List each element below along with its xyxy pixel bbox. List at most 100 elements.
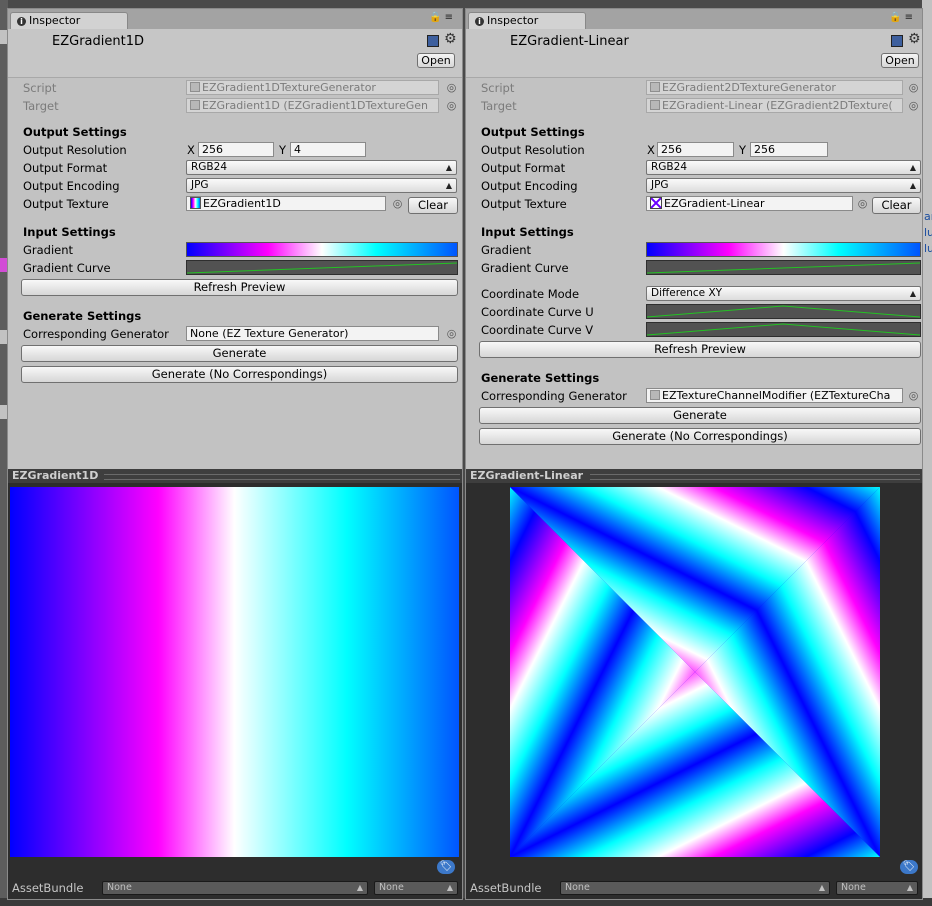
resolution-y-input[interactable]: 4 — [290, 142, 366, 157]
script-label: Script — [23, 81, 57, 95]
generate-no-correspondings-button[interactable]: Generate (No Correspondings) — [479, 428, 921, 445]
output-texture-value: EZGradient1D — [203, 197, 281, 210]
input-settings-heading: Input Settings — [481, 225, 574, 239]
tag-icon[interactable]: 🏷 — [437, 860, 455, 874]
book-icon[interactable] — [891, 35, 903, 47]
tag-icon[interactable]: 🏷 — [900, 860, 918, 874]
book-icon[interactable] — [427, 35, 439, 47]
script-icon — [190, 82, 200, 92]
gradient-curve-field[interactable] — [646, 260, 921, 275]
coordinate-curve-u-field[interactable] — [646, 304, 921, 319]
output-settings-heading: Output Settings — [23, 125, 127, 139]
gradient-curve-field[interactable] — [186, 260, 458, 275]
object-name: EZGradient1D — [52, 34, 144, 49]
tab-controls: 🔒≡ — [429, 12, 456, 23]
object-picker-icon[interactable]: ◎ — [446, 328, 457, 339]
preview-drag-handle[interactable] — [104, 474, 460, 480]
assetbundle-variant-dropdown[interactable]: None ▲ — [836, 881, 918, 895]
dropdown-arrow-icon: ▲ — [909, 289, 916, 298]
refresh-preview-button[interactable]: Refresh Preview — [21, 279, 458, 296]
menu-icon[interactable]: ≡ — [445, 12, 456, 23]
output-format-dropdown[interactable]: RGB24 ▲ — [186, 160, 457, 175]
output-texture-field[interactable]: EZGradient1D — [186, 196, 386, 211]
target-value: EZGradient1D (EZGradient1DTextureGen — [202, 99, 428, 112]
script-field: EZGradient1DTextureGenerator — [186, 80, 439, 95]
curve-line — [647, 305, 920, 318]
gear-icon[interactable]: ⚙ — [908, 31, 921, 47]
output-encoding-dropdown[interactable]: JPG ▲ — [646, 178, 921, 193]
open-button[interactable]: Open — [881, 53, 919, 68]
preview-area: 🏷 — [466, 483, 922, 877]
preview-header[interactable]: EZGradient1D — [8, 469, 462, 483]
dropdown-arrow-icon: ▲ — [356, 883, 363, 892]
assetbundle-variant-value: None — [841, 882, 866, 893]
object-picker-icon: ◎ — [908, 81, 919, 94]
object-name: EZGradient-Linear — [510, 34, 629, 49]
assetbundle-bar: AssetBundle None ▲ None ▲ — [466, 877, 922, 899]
assetbundle-dropdown[interactable]: None ▲ — [560, 881, 830, 895]
object-picker-icon[interactable]: ◎ — [857, 198, 868, 209]
dropdown-arrow-icon: ▲ — [445, 181, 452, 190]
object-picker-icon[interactable]: ◎ — [392, 198, 403, 209]
lock-icon[interactable]: 🔒 — [889, 12, 904, 23]
generate-settings-heading: Generate Settings — [481, 371, 600, 385]
resolution-y-label: Y — [279, 143, 287, 157]
dropdown-arrow-icon: ▲ — [909, 163, 916, 172]
preview-title: EZGradient1D — [12, 469, 99, 482]
coordinate-curve-v-field[interactable] — [646, 322, 921, 337]
corresponding-generator-field[interactable]: None (EZ Texture Generator) — [186, 326, 439, 341]
tab-bar: i Inspector 🔒≡ — [466, 9, 922, 29]
generate-button[interactable]: Generate — [479, 407, 921, 424]
dropdown-arrow-icon: ▲ — [909, 181, 916, 190]
gradient-curve-label: Gradient Curve — [23, 261, 111, 275]
assetbundle-variant-dropdown[interactable]: None ▲ — [374, 881, 458, 895]
curve-line — [647, 323, 920, 336]
output-format-value: RGB24 — [191, 161, 227, 173]
lock-icon[interactable]: 🔒 — [429, 12, 444, 23]
corresponding-generator-label: Corresponding Generator — [481, 389, 627, 403]
gear-icon[interactable]: ⚙ — [444, 31, 457, 47]
assetbundle-label: AssetBundle — [12, 881, 84, 895]
open-button[interactable]: Open — [417, 53, 455, 68]
gradient-field[interactable] — [646, 242, 921, 257]
preview-image — [510, 487, 880, 857]
refresh-preview-button[interactable]: Refresh Preview — [479, 341, 921, 358]
preview-title: EZGradient-Linear — [470, 469, 584, 482]
output-encoding-label: Output Encoding — [481, 179, 578, 193]
coordinate-mode-dropdown[interactable]: Difference XY ▲ — [646, 286, 921, 301]
tab-controls: 🔒≡ — [889, 12, 916, 23]
resolution-x-input[interactable]: 256 — [657, 142, 734, 157]
preview-image-texture — [510, 487, 880, 857]
gradient-field[interactable] — [186, 242, 458, 257]
corresponding-generator-label: Corresponding Generator — [23, 327, 169, 341]
background-text-fragment: lu — [924, 242, 932, 255]
curve-line — [647, 262, 920, 274]
resolution-x-input[interactable]: 256 — [198, 142, 274, 157]
menu-icon[interactable]: ≡ — [905, 12, 916, 23]
gradient-curve-label: Gradient Curve — [481, 261, 569, 275]
coordinate-curve-v-label: Coordinate Curve V — [481, 323, 594, 337]
generate-button[interactable]: Generate — [21, 345, 458, 362]
object-picker-icon: ◎ — [446, 99, 457, 112]
tab-inspector[interactable]: i Inspector — [10, 12, 128, 29]
preview-drag-handle[interactable] — [590, 474, 920, 480]
input-settings-heading: Input Settings — [23, 225, 116, 239]
editor-background-right: ar lu lu — [922, 0, 932, 906]
output-encoding-value: JPG — [191, 179, 209, 191]
preview-header[interactable]: EZGradient-Linear — [466, 469, 922, 483]
output-encoding-label: Output Encoding — [23, 179, 120, 193]
object-picker-icon: ◎ — [446, 81, 457, 94]
output-texture-field[interactable]: EZGradient-Linear — [646, 196, 853, 211]
generate-no-correspondings-button[interactable]: Generate (No Correspondings) — [21, 366, 458, 383]
tab-inspector[interactable]: i Inspector — [468, 12, 586, 29]
clear-button[interactable]: Clear — [872, 197, 921, 214]
output-format-dropdown[interactable]: RGB24 ▲ — [646, 160, 921, 175]
output-encoding-dropdown[interactable]: JPG ▲ — [186, 178, 457, 193]
target-label: Target — [481, 99, 517, 113]
clear-button[interactable]: Clear — [408, 197, 458, 214]
object-picker-icon[interactable]: ◎ — [908, 390, 919, 401]
corresponding-generator-field[interactable]: EZTextureChannelModifier (EZTextureCha — [646, 388, 903, 403]
resolution-y-input[interactable]: 256 — [750, 142, 828, 157]
assetbundle-dropdown[interactable]: None ▲ — [102, 881, 368, 895]
object-header: EZGradient1D ⚙ Open — [8, 29, 462, 78]
